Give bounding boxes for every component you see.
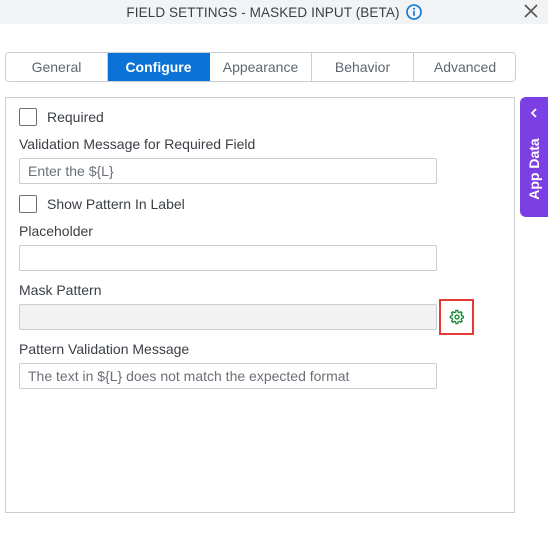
placeholder-input[interactable] <box>19 245 437 271</box>
required-label: Required <box>47 109 104 125</box>
mask-pattern-input <box>19 304 437 330</box>
show-pattern-checkbox[interactable] <box>19 195 37 213</box>
chevron-left-icon <box>530 108 537 118</box>
app-data-label: App Data <box>526 138 542 200</box>
info-icon[interactable] <box>405 4 422 20</box>
tab-behavior[interactable]: Behavior <box>312 53 414 81</box>
required-checkbox[interactable] <box>19 108 37 126</box>
validation-message-label: Validation Message for Required Field <box>19 136 256 152</box>
tab-general[interactable]: General <box>6 53 108 81</box>
close-icon <box>524 4 538 18</box>
mask-pattern-label: Mask Pattern <box>19 282 102 298</box>
tab-advanced[interactable]: Advanced <box>414 53 515 81</box>
close-button[interactable] <box>522 2 540 20</box>
tab-appearance[interactable]: Appearance <box>210 53 312 81</box>
gear-icon <box>449 309 464 325</box>
tab-configure[interactable]: Configure <box>108 53 210 81</box>
show-pattern-label: Show Pattern In Label <box>47 196 185 212</box>
settings-tabs: General Configure Appearance Behavior Ad… <box>5 52 516 82</box>
pattern-validation-label: Pattern Validation Message <box>19 341 190 357</box>
dialog-title: FIELD SETTINGS - MASKED INPUT (BETA) <box>126 4 400 20</box>
dialog-header: FIELD SETTINGS - MASKED INPUT (BETA) <box>0 0 548 24</box>
validation-message-input[interactable] <box>19 158 437 184</box>
show-pattern-checkbox-row[interactable]: Show Pattern In Label <box>19 195 185 213</box>
required-checkbox-row[interactable]: Required <box>19 108 104 126</box>
app-data-panel-toggle[interactable]: App Data <box>520 97 548 217</box>
configure-panel: Required Validation Message for Required… <box>5 97 515 513</box>
pattern-validation-input[interactable] <box>19 363 437 389</box>
mask-pattern-settings-button[interactable] <box>439 299 474 335</box>
placeholder-label: Placeholder <box>19 223 93 239</box>
